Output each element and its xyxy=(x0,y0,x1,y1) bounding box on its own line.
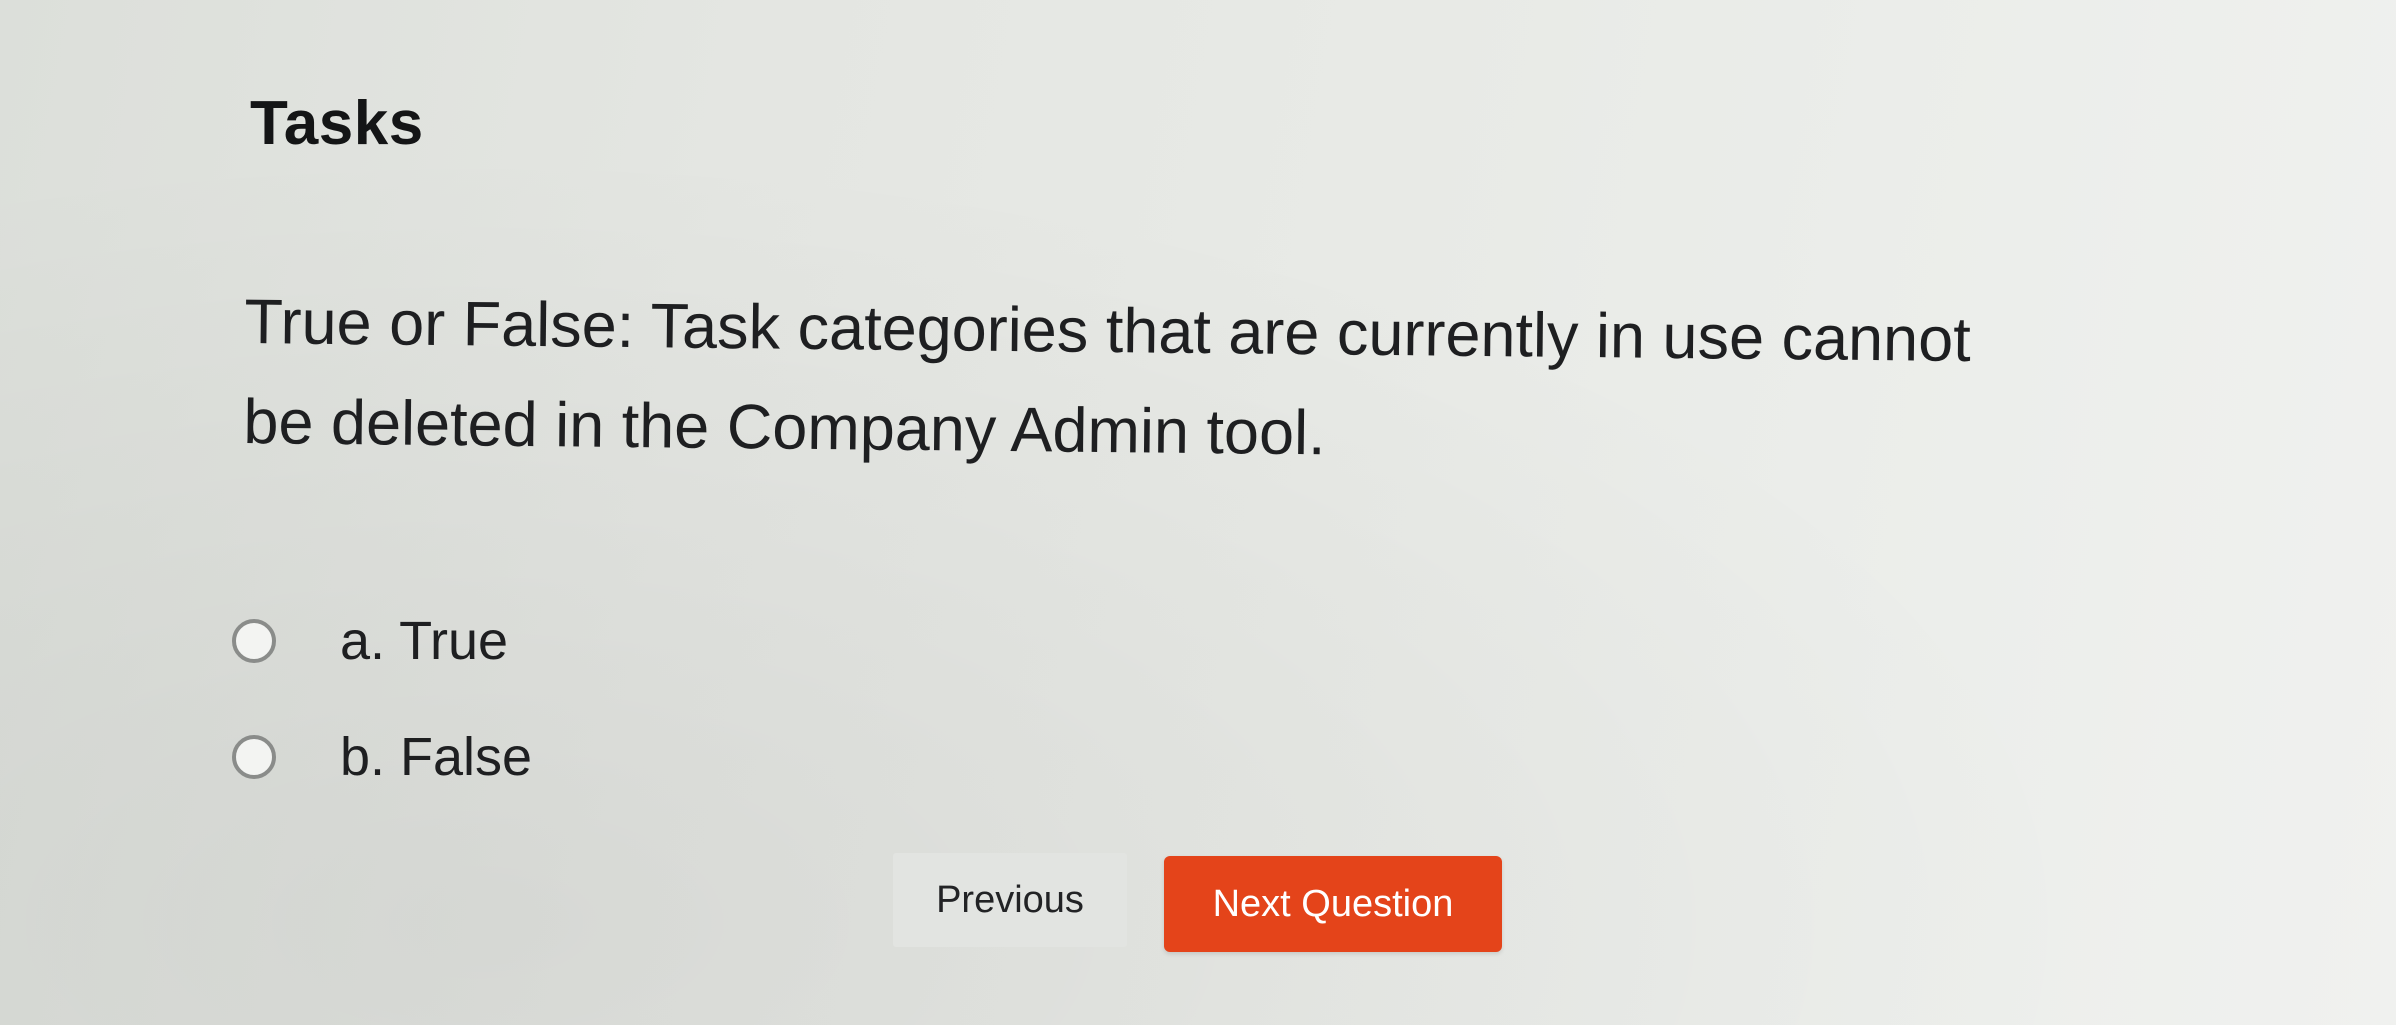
quiz-page: Tasks True or False: Task categories tha… xyxy=(0,0,2396,1025)
answer-label-true: a. True xyxy=(340,611,509,671)
next-question-button[interactable]: Next Question xyxy=(1164,856,1502,952)
answer-option-true[interactable]: a. True xyxy=(232,610,508,672)
question-text: True or False: Task categories that are … xyxy=(243,286,1972,469)
radio-button-true[interactable] xyxy=(232,619,276,663)
previous-button[interactable]: Previous xyxy=(893,853,1127,947)
radio-button-false[interactable] xyxy=(232,735,276,779)
answer-label-false: b. False xyxy=(340,727,533,787)
page-title: Tasks xyxy=(250,89,424,158)
answer-option-false[interactable]: b. False xyxy=(232,726,532,788)
